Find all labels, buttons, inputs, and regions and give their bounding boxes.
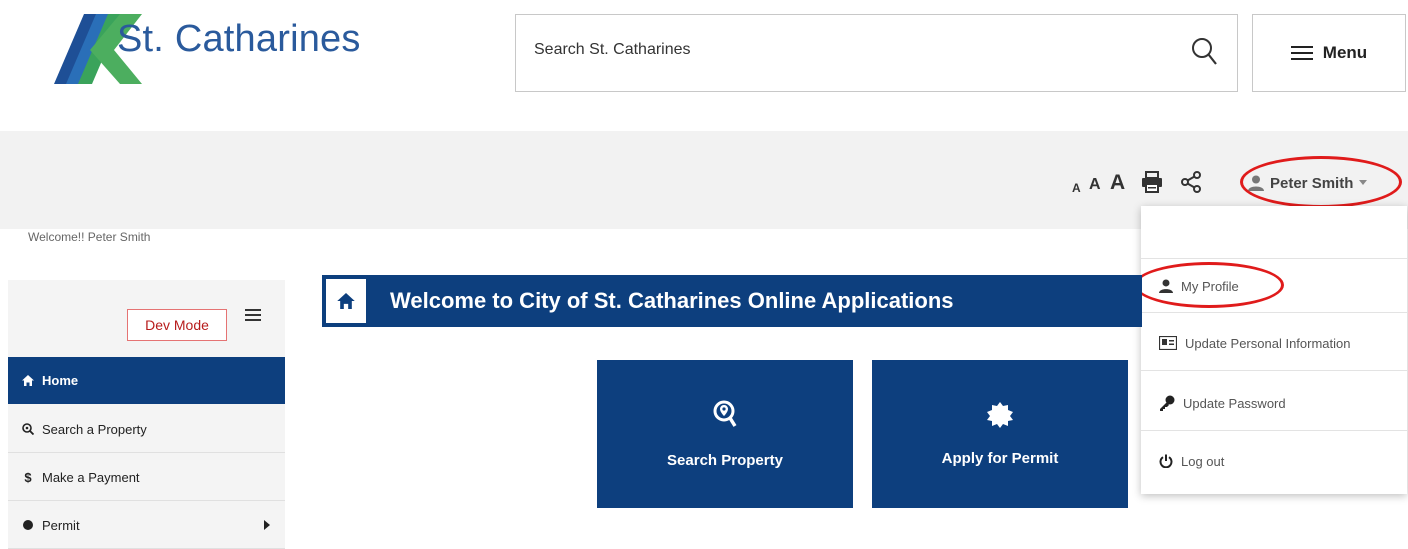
divider [1141,258,1407,259]
user-icon [1248,175,1264,191]
share-icon[interactable] [1180,171,1202,193]
welcome-message: Welcome!! Peter Smith [0,222,266,252]
page-title-bar: Welcome to City of St. Catharines Online… [322,275,1142,327]
sidebar-item-search-property[interactable]: Search a Property [8,406,285,453]
user-menu-toggle[interactable]: Peter Smith [1248,168,1368,198]
sidebar-item-permit[interactable]: Permit [8,502,285,549]
my-profile-item[interactable]: My Profile [1141,270,1407,302]
sidebar-item-home[interactable]: Home [8,357,285,404]
user-name: Peter Smith [1270,174,1354,192]
search-property-tile[interactable]: Search Property [597,360,853,508]
chevron-right-icon [264,520,270,530]
apply-for-permit-tile[interactable]: Apply for Permit [872,360,1128,508]
font-size-small-button[interactable]: A [1072,181,1081,195]
update-personal-info-label: Update Personal Information [1185,335,1351,351]
sidebar-toggle-icon[interactable] [245,308,261,322]
dollar-icon: $ [24,469,32,485]
tile-label: Apply for Permit [941,449,1059,467]
sidebar-item-label: Search a Property [42,421,147,437]
menu-label: Menu [1322,43,1368,62]
badge-icon [987,401,1013,428]
hamburger-icon [1290,46,1313,60]
tile-label: Search Property [667,451,783,469]
circle-icon [23,520,33,530]
divider [1141,370,1407,371]
power-icon [1159,454,1173,468]
print-icon[interactable] [1140,170,1164,194]
key-icon [1160,395,1175,411]
id-card-icon [1159,336,1177,350]
user-icon [1159,279,1173,293]
update-password-item[interactable]: Update Password [1141,388,1407,418]
font-size-large-button[interactable]: A [1110,171,1125,195]
search-box[interactable] [515,14,1238,92]
log-out-label: Log out [1181,453,1225,469]
menu-button[interactable]: Menu [1252,14,1406,92]
page-title: Welcome to City of St. Catharines Online… [390,288,954,313]
divider [1141,312,1407,313]
logo-wordmark: St. Catharines [117,18,361,60]
sidebar-item-label: Home [42,373,79,388]
home-button[interactable] [326,279,366,323]
divider [1141,430,1407,431]
search-input[interactable] [534,41,1134,59]
search-icon[interactable] [1191,37,1217,67]
home-icon [337,293,355,309]
dev-mode-badge: Dev Mode [127,309,227,341]
sidebar-item-label: Permit [42,517,80,533]
update-personal-info-item[interactable]: Update Personal Information [1141,328,1407,358]
caret-down-icon [1359,180,1368,185]
welcome-text: Welcome!! Peter Smith [28,230,151,244]
update-password-label: Update Password [1183,395,1286,411]
log-out-item[interactable]: Log out [1141,446,1407,476]
search-location-icon [713,400,737,427]
font-size-medium-button[interactable]: A [1089,176,1101,194]
sidebar-item-make-payment[interactable]: $ Make a Payment [8,454,285,501]
search-icon [22,423,34,435]
sidebar-item-label: Make a Payment [42,469,140,485]
home-icon [22,375,34,386]
my-profile-label: My Profile [1181,278,1239,294]
